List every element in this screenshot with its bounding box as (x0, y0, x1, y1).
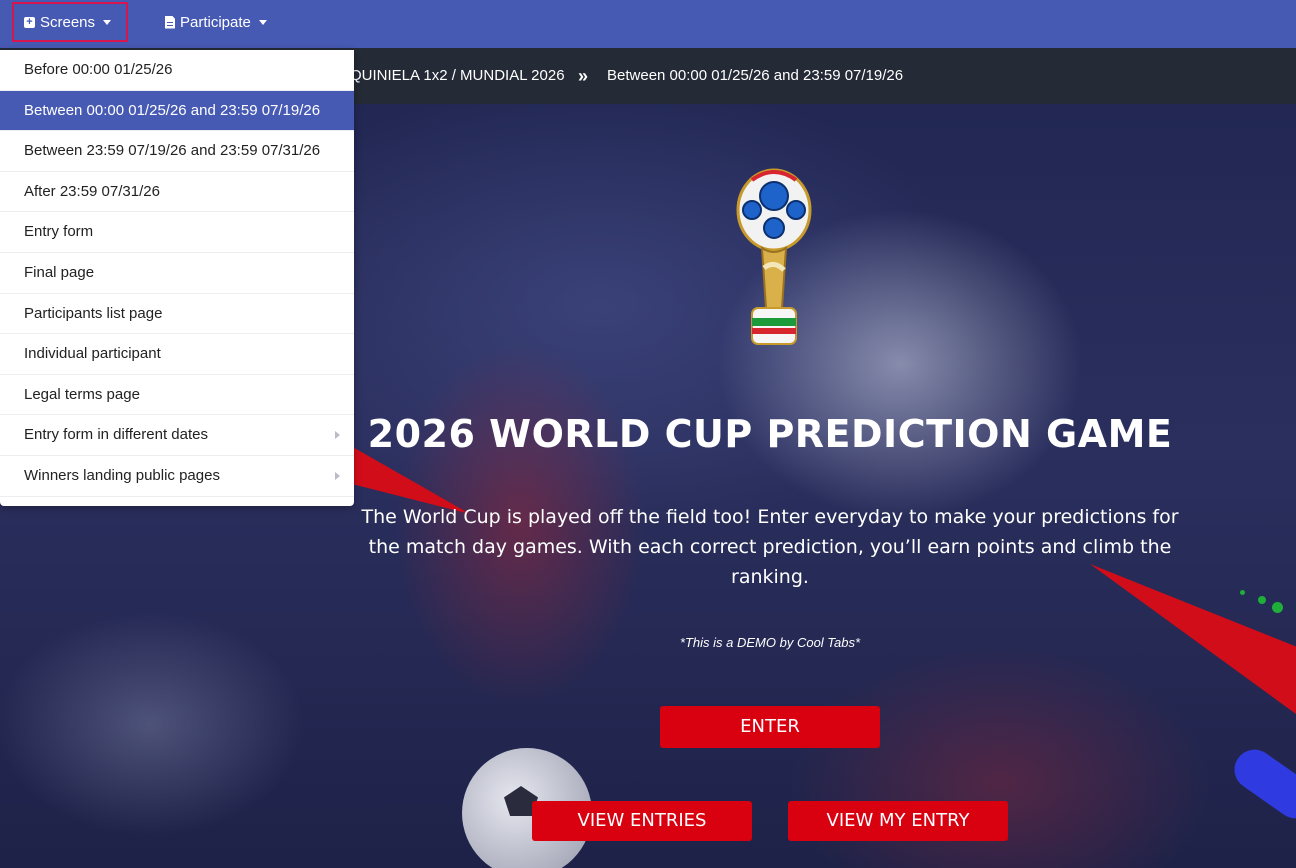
caret-down-icon (103, 19, 112, 25)
view-entries-button[interactable]: VIEW ENTRIES (532, 801, 752, 841)
decorative-dot (1272, 602, 1283, 613)
dropdown-item[interactable]: Between 23:59 07/19/26 and 23:59 07/31/2… (0, 131, 354, 172)
breadcrumb-section[interactable]: QUINIELA 1x2 / MUNDIAL 2026 (350, 48, 565, 104)
enter-button[interactable]: ENTER (660, 706, 880, 748)
double-chevron-right-icon: » (578, 66, 588, 86)
screens-dropdown-menu: Before 00:00 01/25/26 Between 00:00 01/25… (0, 50, 354, 506)
caret-right-icon (335, 471, 340, 480)
screens-menu-button[interactable]: + Screens (12, 2, 128, 42)
participate-menu-button[interactable]: Participate (165, 0, 267, 44)
caret-right-icon (335, 431, 340, 440)
document-icon (165, 15, 175, 29)
dropdown-item[interactable]: Entry form (0, 212, 354, 253)
dropdown-item-label: Entry form (24, 223, 94, 241)
dropdown-item[interactable]: Before 00:00 01/25/26 (0, 50, 354, 91)
dropdown-item-label: Between 00:00 01/25/26 and 23:59 07/19/2… (24, 101, 321, 119)
dropdown-item[interactable]: Individual participant (0, 334, 354, 375)
plus-square-icon: + (24, 16, 35, 28)
dropdown-item[interactable]: Winners landing public pages (0, 456, 354, 497)
dropdown-item-label: Legal terms page (24, 385, 140, 403)
dropdown-item[interactable]: After 23:59 07/31/26 (0, 172, 354, 213)
breadcrumb-current: Between 00:00 01/25/26 and 23:59 07/19/2… (607, 67, 904, 84)
dropdown-item-label: Winners landing public pages (24, 466, 220, 484)
decorative-blue-shape (1226, 741, 1296, 827)
dropdown-item-label: Individual participant (24, 345, 161, 363)
view-my-entry-button[interactable]: VIEW MY ENTRY (788, 801, 1008, 841)
dropdown-item-label: After 23:59 07/31/26 (24, 182, 160, 200)
dropdown-item-label: Between 23:59 07/19/26 and 23:59 07/31/2… (24, 142, 321, 160)
participate-label: Participate (180, 13, 251, 31)
screens-label: Screens (40, 13, 96, 31)
dropdown-item-label: Entry form in different dates (24, 426, 208, 444)
decorative-dot (1240, 590, 1245, 595)
hero-description: The World Cup is played off the field to… (361, 506, 1179, 588)
demo-note: *This is a DEMO by Cool Tabs* (679, 635, 861, 650)
dropdown-item[interactable]: Participants list page (0, 294, 354, 335)
dropdown-item[interactable]: Entry form in different dates (0, 415, 354, 456)
caret-down-icon (258, 19, 267, 25)
dropdown-item[interactable]: Final page (0, 253, 354, 294)
decorative-dot (1258, 596, 1266, 604)
dropdown-item-label: Before 00:00 01/25/26 (24, 61, 173, 78)
top-navbar: + Screens Participate (0, 0, 1296, 48)
world-cup-trophy-logo (736, 168, 812, 345)
dropdown-item[interactable]: Legal terms page (0, 375, 354, 416)
dropdown-item-label: Participants list page (24, 304, 163, 322)
dropdown-item[interactable]: Between 00:00 01/25/26 and 23:59 07/19/2… (0, 90, 354, 132)
dropdown-item-label: Final page (24, 263, 95, 281)
